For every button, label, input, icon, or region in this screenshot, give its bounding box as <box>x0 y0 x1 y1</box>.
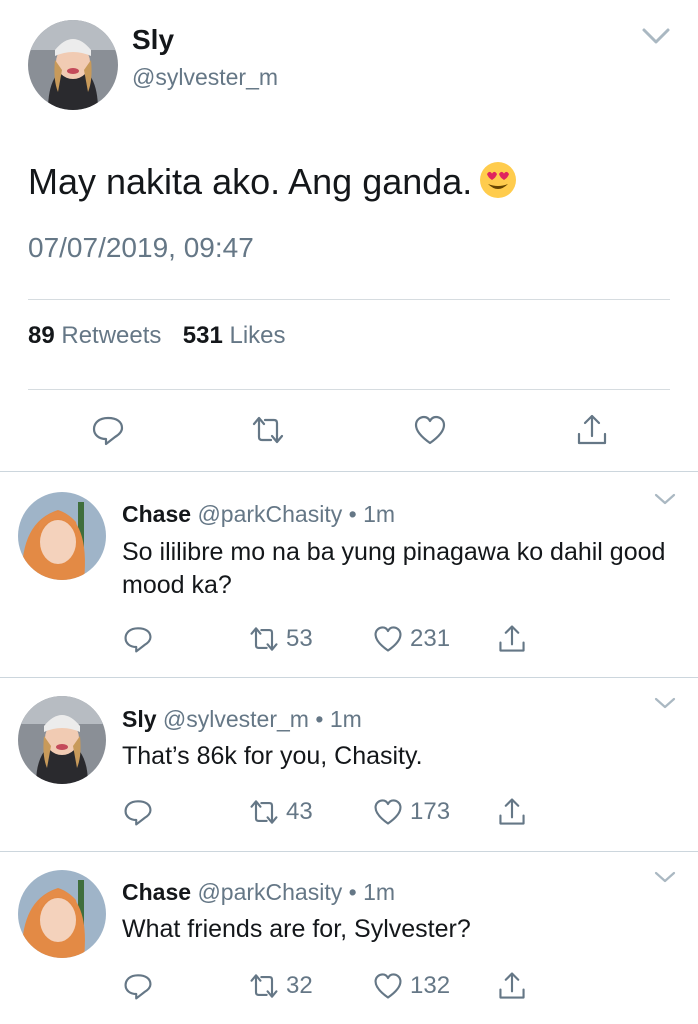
reply-text: So ililibre mo na ba yung pinagawa ko da… <box>122 538 666 599</box>
like-count[interactable]: 531 <box>183 322 223 349</box>
separator-dot: • <box>315 706 324 732</box>
reply-text: What friends are for, Sylvester? <box>122 915 471 943</box>
share-action[interactable] <box>496 796 528 828</box>
like-action[interactable]: 173 <box>372 796 450 828</box>
retweet-count: 32 <box>286 972 313 999</box>
retweet-action[interactable]: 32 <box>248 970 313 1002</box>
author-handle[interactable]: @sylvester_m <box>132 64 278 91</box>
retweet-icon[interactable] <box>248 796 280 828</box>
separator-dot: • <box>348 879 357 905</box>
main-tweet: Sly @sylvester_m May nakita ako. Ang gan… <box>0 0 698 470</box>
avatar[interactable] <box>18 492 106 580</box>
retweet-icon[interactable] <box>250 412 286 448</box>
retweet-icon[interactable] <box>248 970 280 1002</box>
share-icon[interactable] <box>574 412 610 448</box>
like-count: 173 <box>410 798 451 825</box>
heart-icon[interactable] <box>412 412 448 448</box>
avatar[interactable] <box>18 696 106 784</box>
reply-header: Chase @parkChasity • 1m <box>122 879 395 906</box>
like-action[interactable]: 132 <box>372 970 450 1002</box>
reply-tweet[interactable]: Chase @parkChasity • 1m So ililibre mo n… <box>0 472 698 677</box>
reply-action[interactable] <box>122 623 154 655</box>
chevron-down-icon[interactable] <box>640 24 672 48</box>
reply-icon[interactable] <box>122 796 154 828</box>
chevron-down-icon[interactable] <box>652 868 678 886</box>
retweet-count: 53 <box>286 625 313 652</box>
divider <box>28 299 670 300</box>
like-action[interactable]: 231 <box>372 623 450 655</box>
tweet-timestamp[interactable]: 07/07/2019, 09:47 <box>28 232 254 264</box>
share-icon[interactable] <box>496 796 528 828</box>
heart-icon[interactable] <box>372 796 404 828</box>
avatar[interactable] <box>28 20 118 110</box>
author-name[interactable]: Sly <box>132 24 174 56</box>
retweet-action[interactable]: 43 <box>248 796 313 828</box>
reply-action[interactable] <box>122 796 154 828</box>
reply-action[interactable] <box>122 970 154 1002</box>
retweet-label[interactable]: Retweets <box>61 322 161 349</box>
heart-icon[interactable] <box>372 970 404 1002</box>
reply-icon[interactable] <box>122 970 154 1002</box>
engagement-stats: 89 Retweets 531 Likes <box>28 322 286 350</box>
separator-dot: • <box>348 501 357 527</box>
avatar-image <box>18 696 106 784</box>
reply-time[interactable]: 1m <box>363 501 395 527</box>
tweet-text: May nakita ako. Ang ganda. <box>28 160 518 203</box>
reply-header: Sly @sylvester_m • 1m <box>122 706 362 733</box>
share-action[interactable] <box>496 623 528 655</box>
share-icon[interactable] <box>496 970 528 1002</box>
chevron-down-icon[interactable] <box>652 490 678 508</box>
reply-icon[interactable] <box>122 623 154 655</box>
reply-author-name[interactable]: Sly <box>122 706 157 732</box>
reply-author-handle[interactable]: @parkChasity <box>197 879 342 905</box>
avatar-image <box>18 870 106 958</box>
reply-time[interactable]: 1m <box>363 879 395 905</box>
like-count: 231 <box>410 625 451 652</box>
retweet-count: 43 <box>286 798 313 825</box>
heart-eyes-emoji-icon <box>480 162 517 198</box>
share-icon[interactable] <box>496 623 528 655</box>
retweet-icon[interactable] <box>248 623 280 655</box>
reply-author-name[interactable]: Chase <box>122 879 191 905</box>
like-count: 132 <box>410 972 451 999</box>
reply-tweet[interactable]: Sly @sylvester_m • 1m That’s 86k for you… <box>0 678 698 850</box>
like-label[interactable]: Likes <box>229 322 285 349</box>
reply-icon[interactable] <box>90 412 126 448</box>
reply-time[interactable]: 1m <box>330 706 362 732</box>
retweet-action[interactable]: 53 <box>248 623 313 655</box>
retweet-count[interactable]: 89 <box>28 322 55 349</box>
avatar-image <box>18 492 106 580</box>
reply-author-handle[interactable]: @sylvester_m <box>163 706 309 732</box>
chevron-down-icon[interactable] <box>652 694 678 712</box>
reply-author-handle[interactable]: @parkChasity <box>197 501 342 527</box>
share-action[interactable] <box>496 970 528 1002</box>
tweet-text-content: May nakita ako. Ang ganda. <box>28 161 473 202</box>
divider <box>28 389 670 390</box>
heart-icon[interactable] <box>372 623 404 655</box>
avatar[interactable] <box>18 870 106 958</box>
reply-text: That’s 86k for you, Chasity. <box>122 742 423 770</box>
avatar-image <box>28 20 118 110</box>
reply-tweet[interactable]: Chase @parkChasity • 1m What friends are… <box>0 852 698 1024</box>
reply-header: Chase @parkChasity • 1m <box>122 501 395 528</box>
reply-author-name[interactable]: Chase <box>122 501 191 527</box>
